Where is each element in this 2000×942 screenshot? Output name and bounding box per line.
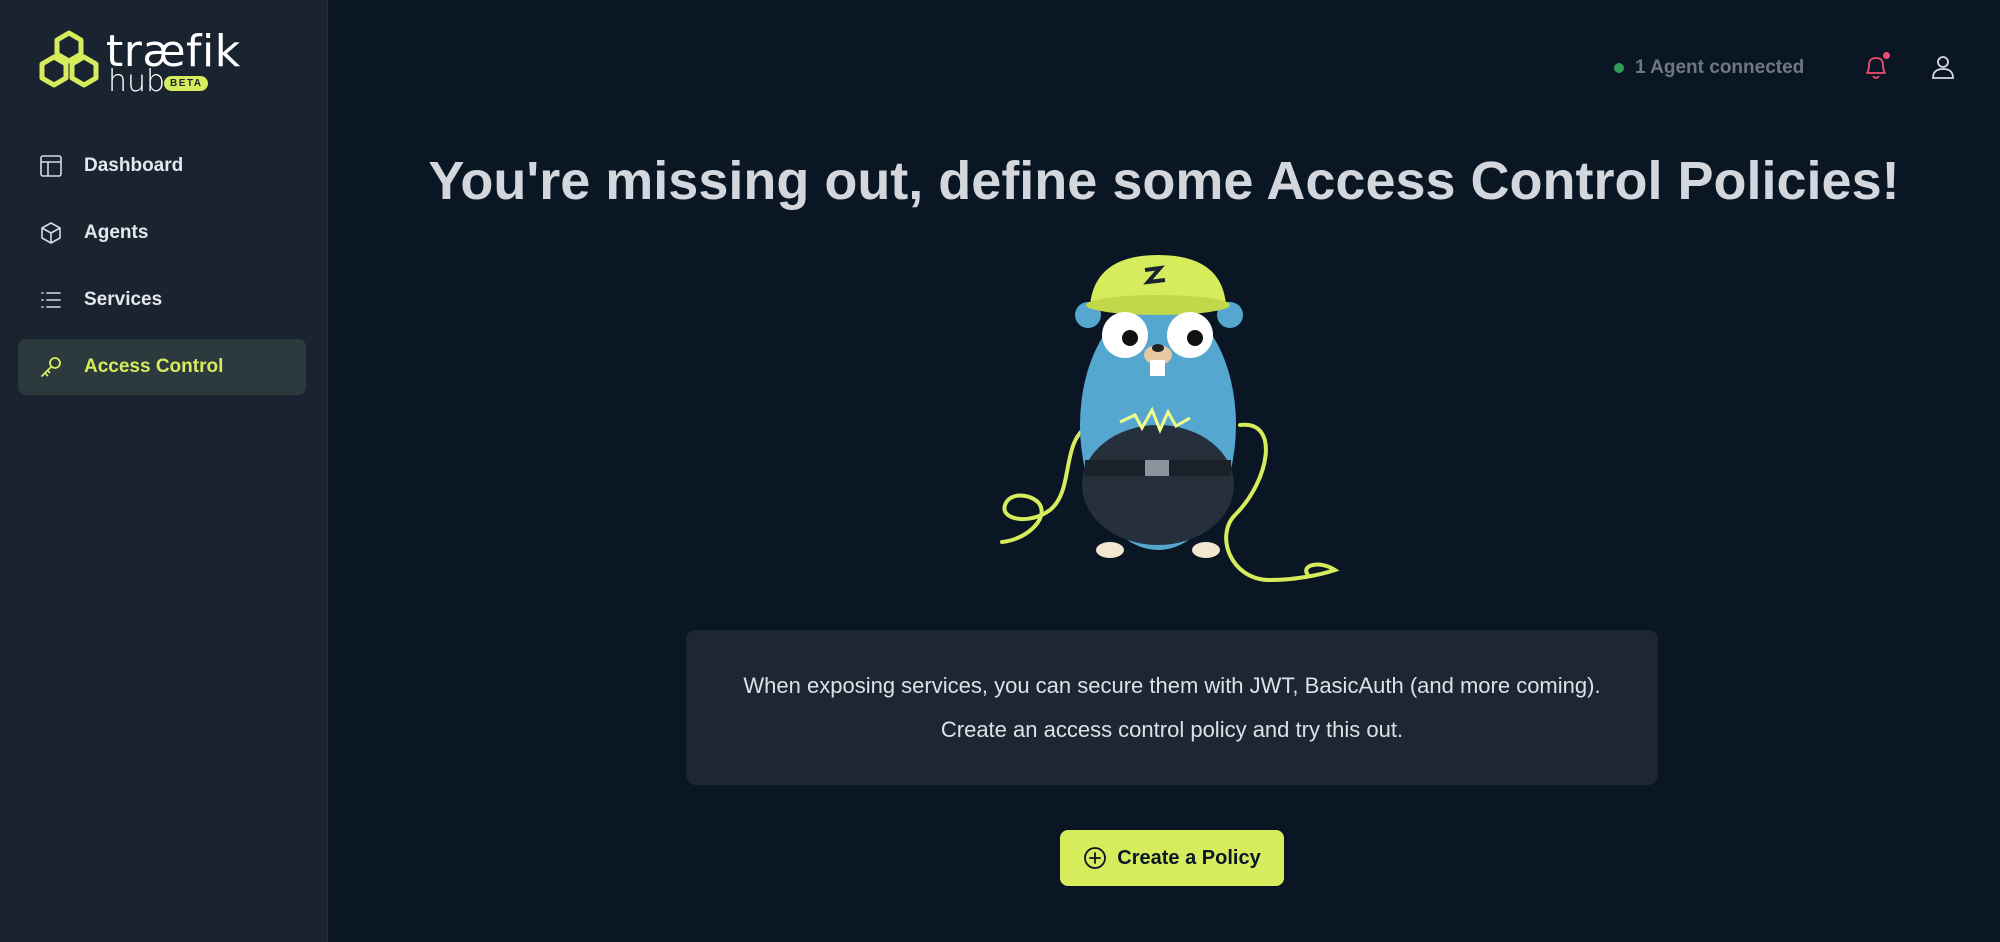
beta-badge: BETA — [164, 76, 209, 91]
sidebar-item-services[interactable]: Services — [18, 272, 306, 328]
box-icon — [38, 220, 64, 246]
sidebar-item-agents[interactable]: Agents — [18, 205, 306, 261]
sidebar-item-label: Agents — [84, 222, 149, 243]
sidebar-item-dashboard[interactable]: Dashboard — [18, 138, 306, 194]
info-text-line2: Create an access control policy and try … — [940, 716, 1404, 742]
layout-icon — [38, 153, 64, 179]
info-panel: When exposing services, you can secure t… — [686, 630, 1658, 785]
create-policy-label: Create a Policy — [1117, 846, 1261, 869]
sidebar-item-label: Services — [84, 289, 163, 310]
list-icon — [38, 287, 64, 313]
sidebar: træfik hub BETA Dashboard Agents Service… — [0, 0, 328, 942]
create-policy-button[interactable]: Create a Policy — [1060, 830, 1284, 886]
sidebar-nav: Dashboard Agents Services Access Control — [18, 138, 306, 406]
traefik-hub-logo[interactable]: træfik hub BETA — [38, 26, 240, 99]
plus-circle-icon — [1083, 846, 1107, 870]
sidebar-item-access-control[interactable]: Access Control — [18, 339, 306, 395]
gopher-illustration — [990, 250, 1350, 590]
user-menu-button[interactable] — [1930, 54, 1956, 80]
key-icon — [38, 354, 64, 380]
page-headline: You're missing out, define some Access C… — [428, 151, 1900, 211]
info-text-line1: When exposing services, you can secure t… — [743, 672, 1601, 698]
sidebar-item-label: Dashboard — [84, 155, 184, 176]
brand-product: hub — [108, 64, 166, 99]
hexagon-logo-icon — [39, 30, 99, 88]
notifications-button[interactable] — [1862, 52, 1890, 82]
status-indicator — [1614, 63, 1624, 73]
sidebar-item-label: Access Control — [84, 356, 224, 377]
notification-badge — [1883, 52, 1890, 59]
agent-status: 1 Agent connected — [1614, 57, 1804, 79]
user-icon — [1932, 56, 1954, 79]
status-text: 1 Agent connected — [1635, 57, 1805, 78]
